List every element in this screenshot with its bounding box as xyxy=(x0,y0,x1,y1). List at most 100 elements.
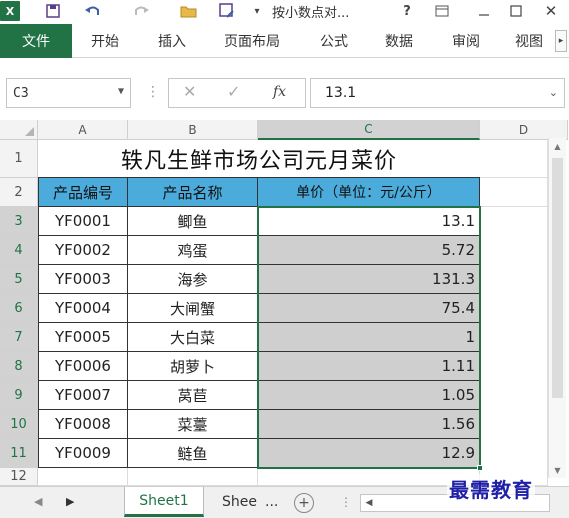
cell-d2[interactable] xyxy=(480,178,548,207)
table-cell-name[interactable]: 大白菜 xyxy=(128,323,258,352)
row-header-11[interactable]: 11 xyxy=(0,439,38,468)
header-cell-name[interactable]: 产品名称 xyxy=(128,178,258,207)
save-icon[interactable] xyxy=(44,1,62,21)
formula-buttons: ✕ ✓ fx xyxy=(168,78,306,108)
table-cell-price[interactable]: 1 xyxy=(258,323,480,352)
row-header-2[interactable]: 2 xyxy=(0,178,38,207)
column-header-b[interactable]: B xyxy=(128,120,258,140)
row-header-3[interactable]: 3 xyxy=(0,207,38,236)
vertical-scroll-thumb[interactable] xyxy=(552,158,563,398)
watermark-logo: 最需教育 xyxy=(447,474,535,503)
open-folder-icon[interactable] xyxy=(178,1,200,21)
table-cell-name[interactable]: 鸡蛋 xyxy=(128,236,258,265)
minimize-icon[interactable] xyxy=(474,1,494,21)
table-cell-price[interactable]: 5.72 xyxy=(258,236,480,265)
table-cell-price[interactable]: 131.3 xyxy=(258,265,480,294)
row-header-8[interactable]: 8 xyxy=(0,352,38,381)
ribbon-display-icon[interactable] xyxy=(432,1,452,21)
table-cell-code[interactable]: YF0008 xyxy=(38,410,128,439)
tab-insert[interactable]: 插入 xyxy=(158,24,186,58)
row-header-6[interactable]: 6 xyxy=(0,294,38,323)
scroll-down-icon[interactable]: ▼ xyxy=(549,462,566,478)
table-cell-price[interactable]: 75.4 xyxy=(258,294,480,323)
fill-handle[interactable] xyxy=(477,465,483,471)
expand-formula-bar-icon[interactable]: ⌄ xyxy=(549,86,558,99)
row-header-12[interactable]: 12 xyxy=(0,468,38,486)
column-header-a[interactable]: A xyxy=(38,120,128,140)
undo-icon[interactable] xyxy=(82,1,104,21)
table-cell-code[interactable]: YF0003 xyxy=(38,265,128,294)
insert-function-icon[interactable]: fx xyxy=(273,84,286,100)
tab-review[interactable]: 审阅 xyxy=(452,24,480,58)
row-header-10[interactable]: 10 xyxy=(0,410,38,439)
chevron-down-icon[interactable]: ▼ xyxy=(118,86,124,97)
help-icon[interactable]: ? xyxy=(398,1,416,21)
table-cell-name[interactable]: 鲫鱼 xyxy=(128,207,258,236)
vertical-scrollbar[interactable]: ▲ ▼ xyxy=(548,138,566,478)
tab-page-layout[interactable]: 页面布局 xyxy=(224,24,280,58)
table-cell-code[interactable]: YF0005 xyxy=(38,323,128,352)
sheet-tab-sheet1[interactable]: Sheet1 xyxy=(124,487,204,517)
next-sheet-icon[interactable]: ▶ xyxy=(66,495,74,508)
table-cell-name[interactable]: 菜薹 xyxy=(128,410,258,439)
row-header-5[interactable]: 5 xyxy=(0,265,38,294)
cancel-icon[interactable]: ✕ xyxy=(183,82,196,101)
table-cell-code[interactable]: YF0002 xyxy=(38,236,128,265)
tab-scroll-right-icon[interactable]: ▸ xyxy=(555,30,567,52)
sheet-title-cell[interactable]: 轶凡生鲜市场公司元月菜价 xyxy=(38,140,480,178)
table-cell-price[interactable]: 1.56 xyxy=(258,410,480,439)
column-header-c[interactable]: C xyxy=(258,120,480,140)
table-cell-name[interactable]: 莴苣 xyxy=(128,381,258,410)
table-cell-code[interactable]: YF0009 xyxy=(38,439,128,468)
scroll-left-icon[interactable]: ◀ xyxy=(361,495,377,511)
row-header-7[interactable]: 7 xyxy=(0,323,38,352)
formula-bar-grip-icon[interactable]: ⋮ xyxy=(146,84,160,100)
row-header-1[interactable]: 1 xyxy=(0,140,38,178)
table-cell-name[interactable]: 大闸蟹 xyxy=(128,294,258,323)
tab-file[interactable]: 文件 xyxy=(0,24,72,58)
table-cell-code[interactable]: YF0006 xyxy=(38,352,128,381)
table-cell-price[interactable]: 12.9 xyxy=(258,439,480,468)
redo-icon[interactable] xyxy=(130,1,152,21)
sheet-tab-other-label: Shee xyxy=(222,494,257,510)
cell-b12[interactable] xyxy=(128,468,258,486)
more-sheets-ellipsis[interactable]: ... xyxy=(265,494,278,510)
quick-access-more-icon[interactable]: ▾ xyxy=(250,1,264,21)
tab-split-grip-icon[interactable]: ⋮ xyxy=(340,495,352,509)
tab-data[interactable]: 数据 xyxy=(385,24,413,58)
table-cell-price[interactable]: 13.1 xyxy=(258,207,480,236)
table-cell-name[interactable]: 鲢鱼 xyxy=(128,439,258,468)
table-cell-price[interactable]: 1.05 xyxy=(258,381,480,410)
add-sheet-button[interactable]: + xyxy=(294,493,314,513)
table-cell-code[interactable]: YF0007 xyxy=(38,381,128,410)
row-header-9[interactable]: 9 xyxy=(0,381,38,410)
table-cell-price[interactable]: 1.11 xyxy=(258,352,480,381)
maximize-icon[interactable] xyxy=(506,1,526,21)
prev-sheet-icon[interactable]: ◀ xyxy=(34,495,42,508)
table-cell-name[interactable]: 海参 xyxy=(128,265,258,294)
column-d-empty-cells[interactable] xyxy=(480,207,548,468)
row-header-4[interactable]: 4 xyxy=(0,236,38,265)
save-as-icon[interactable] xyxy=(216,1,238,21)
table-cell-code[interactable]: YF0004 xyxy=(38,294,128,323)
excel-logo-icon: X xyxy=(0,1,20,21)
select-all-button[interactable] xyxy=(0,120,38,140)
cell-d1[interactable] xyxy=(480,140,548,178)
header-cell-code[interactable]: 产品编号 xyxy=(38,178,128,207)
sheet-tab-other[interactable]: Shee ... xyxy=(212,487,282,517)
worksheet-grid[interactable]: A B C D 1 2 3 4 5 6 7 8 9 10 11 12 轶凡生鲜市… xyxy=(0,120,569,486)
close-icon[interactable]: ✕ xyxy=(540,1,562,21)
scroll-up-icon[interactable]: ▲ xyxy=(549,138,566,154)
table-cell-name[interactable]: 胡萝卜 xyxy=(128,352,258,381)
name-box[interactable]: C3 ▼ xyxy=(6,78,131,108)
tab-formulas[interactable]: 公式 xyxy=(320,24,348,58)
formula-input[interactable]: 13.1 ⌄ xyxy=(310,78,565,108)
table-cell-code[interactable]: YF0001 xyxy=(38,207,128,236)
column-header-d[interactable]: D xyxy=(480,120,568,140)
check-icon[interactable]: ✓ xyxy=(227,82,240,101)
tab-view[interactable]: 视图 xyxy=(515,24,543,58)
cell-a12[interactable] xyxy=(38,468,128,486)
select-all-triangle-icon xyxy=(25,127,34,136)
tab-home[interactable]: 开始 xyxy=(91,24,119,58)
header-cell-price[interactable]: 单价（单位：元/公斤） xyxy=(258,178,480,207)
